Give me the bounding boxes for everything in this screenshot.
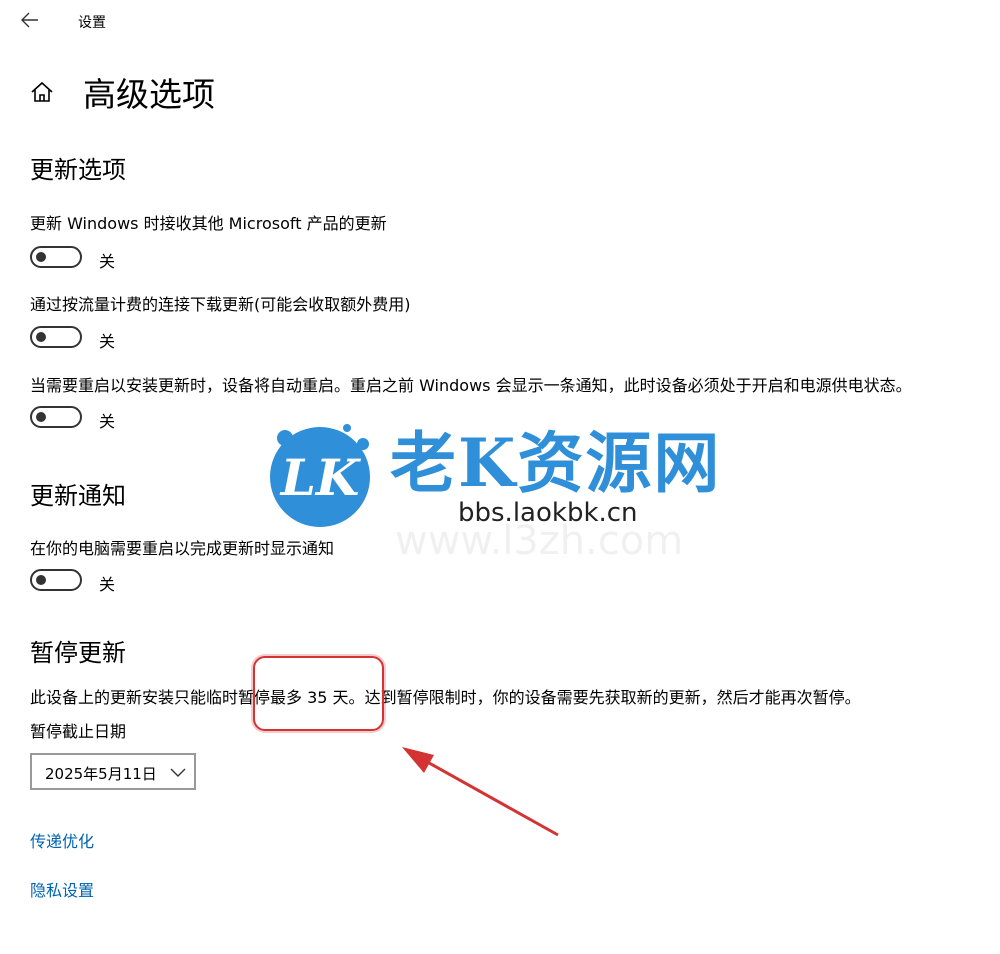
toggle-other-products[interactable]: [30, 246, 82, 268]
toggle-knob: [36, 252, 46, 262]
pause-description: 此设备上的更新安装只能临时暂停最多 35 天。达到暂停限制时，你的设备需要先获取…: [30, 684, 861, 708]
chevron-down-icon: [170, 768, 186, 777]
annotation-arrow-icon: [402, 747, 559, 837]
privacy-settings-link[interactable]: 隐私设置: [30, 877, 94, 901]
pause-date-dropdown[interactable]: 2025年5月11日: [30, 753, 196, 790]
setting-label-restart-notification: 在你的电脑需要重启以完成更新时显示通知: [30, 539, 335, 558]
section-heading-update-options: 更新选项: [30, 156, 126, 184]
toggle-knob: [36, 332, 46, 342]
arrow-left-icon: [21, 12, 38, 28]
watermark-ghost-url: www.l3zh.com: [395, 518, 684, 564]
back-button[interactable]: [18, 8, 44, 32]
setting-label-metered-download: 通过按流量计费的连接下载更新(可能会收取额外费用): [30, 295, 411, 314]
delivery-optimization-link[interactable]: 传递优化: [30, 828, 94, 852]
pause-description-limit: 暂停最多 35 天。: [238, 688, 365, 707]
pause-description-end: 达到暂停限制时，你的设备需要先获取新的更新，然后才能再次暂停。: [364, 688, 861, 707]
home-button[interactable]: [28, 78, 56, 106]
pause-description-start: 此设备上的更新安装只能临时: [30, 688, 239, 707]
toggle-knob: [36, 412, 46, 422]
page-title: 高级选项: [83, 75, 215, 114]
toggle-metered-download[interactable]: [30, 326, 82, 348]
title-bar: 设置: [0, 0, 1000, 40]
watermark-logo: LK: [270, 424, 370, 527]
section-heading-pause-updates: 暂停更新: [30, 639, 126, 667]
pause-date-label: 暂停截止日期: [30, 722, 127, 741]
watermark-brand: 老K资源网: [390, 424, 722, 502]
section-heading-update-notifications: 更新通知: [30, 482, 126, 510]
toggle-restart-notification[interactable]: [30, 569, 82, 591]
home-icon: [31, 81, 53, 102]
window-title: 设置: [78, 15, 106, 31]
toggle-state-restart-notification: 关: [99, 575, 116, 594]
toggle-knob: [36, 575, 46, 585]
setting-label-auto-restart: 当需要重启以安装更新时，设备将自动重启。重启之前 Windows 会显示一条通知…: [30, 376, 912, 395]
setting-label-other-products: 更新 Windows 时接收其他 Microsoft 产品的更新: [30, 214, 387, 233]
watermark-url: bbs.laokbk.cn: [458, 498, 638, 528]
watermark-logo-text: LK: [279, 448, 362, 507]
pause-date-value: 2025年5月11日: [45, 765, 157, 783]
toggle-state-other-products: 关: [99, 252, 116, 271]
toggle-auto-restart[interactable]: [30, 406, 82, 428]
toggle-state-metered-download: 关: [99, 332, 116, 351]
toggle-state-auto-restart: 关: [99, 412, 116, 431]
